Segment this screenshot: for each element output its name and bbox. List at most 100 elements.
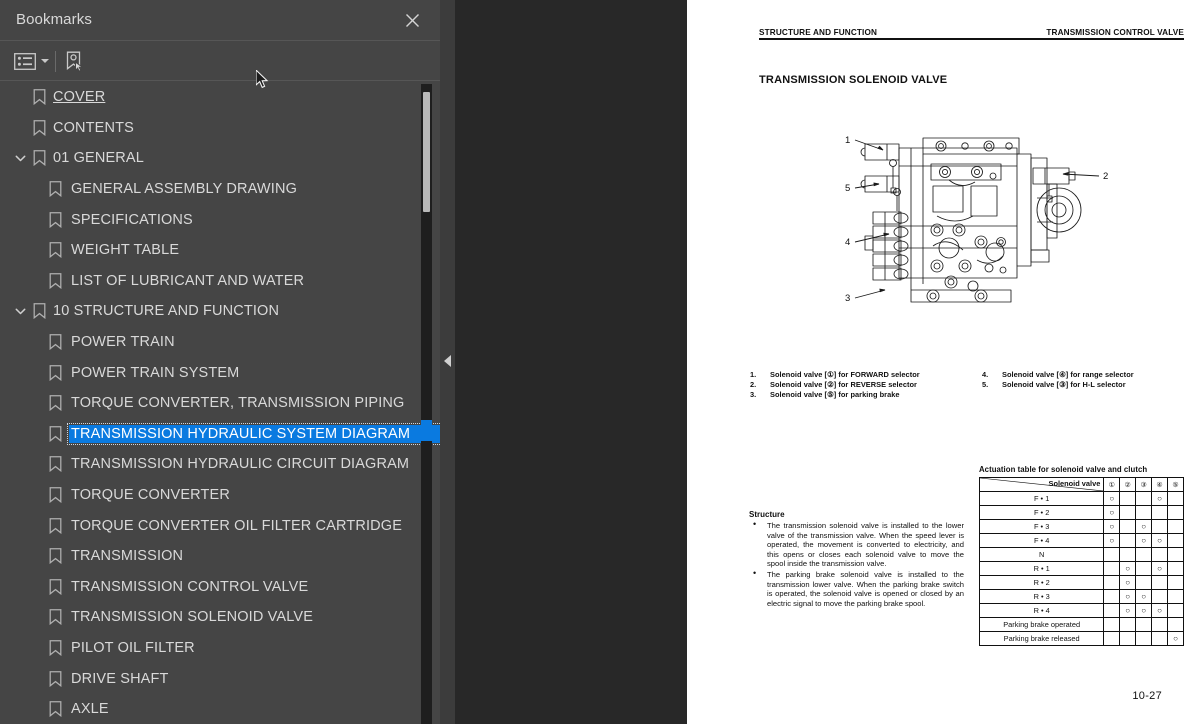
bookmark-label: TRANSMISSION HYDRAULIC SYSTEM DIAGRAM <box>66 422 440 445</box>
structure-bullet-text: The transmission solenoid valve is insta… <box>767 521 964 569</box>
bookmark-item[interactable]: TRANSMISSION SOLENOID VALVE <box>0 602 440 633</box>
table-row: F • 4 ○ ○ ○ <box>978 533 1184 548</box>
table-cell-marked: ○ <box>1103 505 1121 520</box>
table-cell-marked: ○ <box>1151 561 1168 576</box>
solenoid-valve-figure: 1 5 4 3 2 <box>837 130 1147 320</box>
table-cell-empty <box>1151 631 1168 646</box>
table-cell-marked: ○ <box>1135 519 1153 534</box>
bookmark-icon <box>49 701 63 718</box>
table-cell-empty <box>1167 505 1184 520</box>
legend-item-text: Solenoid valve [④] for range selector <box>1002 370 1134 379</box>
bookmark-label: TRANSMISSION HYDRAULIC CIRCUIT DIAGRAM <box>71 456 410 473</box>
table-row: R • 3 ○ ○ <box>978 589 1184 604</box>
bookmark-item[interactable]: WEIGHT TABLE <box>0 235 440 266</box>
legend-item: 5. Solenoid valve [③] for H-L selector <box>982 380 1190 390</box>
structure-bullet-text: The parking brake solenoid valve is inst… <box>767 569 964 608</box>
table-cell-marked: ○ <box>1167 631 1184 646</box>
bookmark-tree[interactable]: COVER CONTENTS 01 GENERAL GENERAL ASSEMBLY … <box>0 82 440 724</box>
bookmark-icon <box>49 517 63 534</box>
table-cell-marked: ○ <box>1103 519 1121 534</box>
structure-heading: Structure <box>749 510 785 519</box>
bookmark-icon <box>49 487 63 504</box>
chevron-down-icon[interactable] <box>12 303 28 319</box>
bookmark-label: TORQUE CONVERTER, TRANSMISSION PIPING <box>71 395 405 412</box>
bookmark-item[interactable]: SPECIFICATIONS <box>0 204 440 235</box>
table-row-label: F • 3 <box>978 519 1105 534</box>
actuation-mark-icon: ○ <box>1109 522 1115 531</box>
collapse-left-arrow-icon[interactable] <box>444 355 451 367</box>
bookmark-label: COVER <box>53 89 106 106</box>
chevron-down-icon[interactable] <box>12 150 28 166</box>
bookmark-label: PILOT OIL FILTER <box>71 639 195 656</box>
bookmark-icon <box>49 670 63 687</box>
bookmark-item[interactable]: POWER TRAIN <box>0 327 440 358</box>
sidebar-toolbar <box>0 41 440 81</box>
bookmark-item[interactable]: 01 GENERAL <box>0 143 440 174</box>
structure-bullet: • The parking brake solenoid valve is ins… <box>749 568 964 608</box>
table-cell-marked: ○ <box>1135 603 1153 618</box>
table-cell-marked: ○ <box>1151 491 1168 506</box>
bookmark-item[interactable]: TORQUE CONVERTER <box>0 480 440 511</box>
bookmark-label: 01 GENERAL <box>53 150 144 167</box>
bookmark-item[interactable]: TRANSMISSION HYDRAULIC CIRCUIT DIAGRAM <box>0 449 440 480</box>
actuation-table-caption: Actuation table for solenoid valve and c… <box>979 465 1148 474</box>
bookmark-item[interactable]: LIST OF LUBRICANT AND WATER <box>0 266 440 297</box>
table-cell-empty <box>1135 491 1153 506</box>
bookmark-icon <box>49 548 63 565</box>
bookmark-item[interactable]: CONTENTS <box>0 113 440 144</box>
table-row-label: Parking brake operated <box>978 617 1105 632</box>
bookmark-item[interactable]: POWER TRAIN SYSTEM <box>0 357 440 388</box>
table-cell-empty <box>1119 617 1137 632</box>
bookmark-icon <box>33 120 47 136</box>
table-row-label: N <box>978 547 1105 562</box>
panel-title: Bookmarks <box>16 11 92 28</box>
table-cell-empty <box>1119 547 1137 562</box>
table-cell-empty <box>1151 505 1168 520</box>
bookmark-label: TRANSMISSION <box>71 548 184 565</box>
table-cell-empty <box>1103 589 1121 604</box>
bookmark-item[interactable]: PILOT OIL FILTER <box>0 633 440 664</box>
legend-column-a: 1. Solenoid valve [①] for FORWARD selecto… <box>750 370 975 401</box>
bookmark-label: TORQUE CONVERTER OIL FILTER CARTRIDGE <box>71 517 403 534</box>
table-row: F • 1 ○ ○ <box>978 491 1184 506</box>
running-head: STRUCTURE AND FUNCTION TRANSMISSION CONT… <box>759 28 1184 40</box>
legend-item-number: 4. <box>982 370 989 379</box>
actuation-mark-icon: ○ <box>1109 536 1115 545</box>
bookmark-item[interactable]: GENERAL ASSEMBLY DRAWING <box>0 174 440 205</box>
legend-item: 1. Solenoid valve [①] for FORWARD selecto… <box>750 370 975 380</box>
table-cell-empty <box>1135 617 1153 632</box>
table-column-header: ② <box>1119 477 1137 492</box>
bookmark-item[interactable]: TRANSMISSION HYDRAULIC SYSTEM DIAGRAM <box>0 419 440 450</box>
table-cell-empty <box>1151 575 1168 590</box>
bookmark-item[interactable]: DRIVE SHAFT <box>0 663 440 694</box>
table-cell-empty <box>1167 533 1184 548</box>
actuation-mark-icon: ○ <box>1141 592 1147 601</box>
bookmark-item[interactable]: TORQUE CONVERTER, TRANSMISSION PIPING <box>0 388 440 419</box>
table-cell-empty <box>1119 519 1137 534</box>
document-page: STRUCTURE AND FUNCTION TRANSMISSION CONT… <box>687 0 1200 724</box>
legend-item-text: Solenoid valve [③] for H-L selector <box>1002 380 1126 390</box>
bookmark-icon <box>33 150 47 167</box>
bookmark-item[interactable]: COVER <box>0 82 440 113</box>
list-options-icon[interactable] <box>14 47 49 75</box>
table-cell-empty <box>1103 561 1121 576</box>
actuation-mark-icon: ○ <box>1125 564 1131 573</box>
bookmark-item[interactable]: 10 STRUCTURE AND FUNCTION <box>0 296 440 327</box>
bookmark-item[interactable]: AXLE <box>0 694 440 724</box>
bookmark-item[interactable]: TORQUE CONVERTER OIL FILTER CARTRIDGE <box>0 510 440 541</box>
bookmark-item[interactable]: TRANSMISSION CONTROL VALVE <box>0 572 440 603</box>
bookmark-icon <box>49 334 63 351</box>
table-cell-empty <box>1135 631 1153 646</box>
pdf-viewer-window: Bookmarks COVER CONTENTS 01 GENERAL GENE… <box>0 0 1200 724</box>
actuation-table: Solenoid valve ① ② ③ ④ ⑤ F • 1 ○ ○ F • 2 ○ F • 3 ○ ○… <box>978 477 1184 646</box>
new-bookmark-icon[interactable] <box>64 47 85 75</box>
sidebar-scrollbar-track[interactable] <box>421 84 432 724</box>
table-row: R • 4 ○ ○ ○ <box>978 603 1184 618</box>
sidebar-scrollbar-thumb[interactable] <box>423 92 430 212</box>
bookmark-item[interactable]: TRANSMISSION <box>0 541 440 572</box>
structure-section: Structure • The transmission solenoid val… <box>749 510 964 609</box>
legend-item-number: 1. <box>750 370 757 379</box>
actuation-table-body: F • 1 ○ ○ F • 2 ○ F • 3 ○ ○ F • 4 ○ ○ ○ N R • 1 ○ ○ R • … <box>978 491 1184 646</box>
close-icon[interactable] <box>400 8 424 32</box>
table-cell-empty <box>1135 575 1153 590</box>
